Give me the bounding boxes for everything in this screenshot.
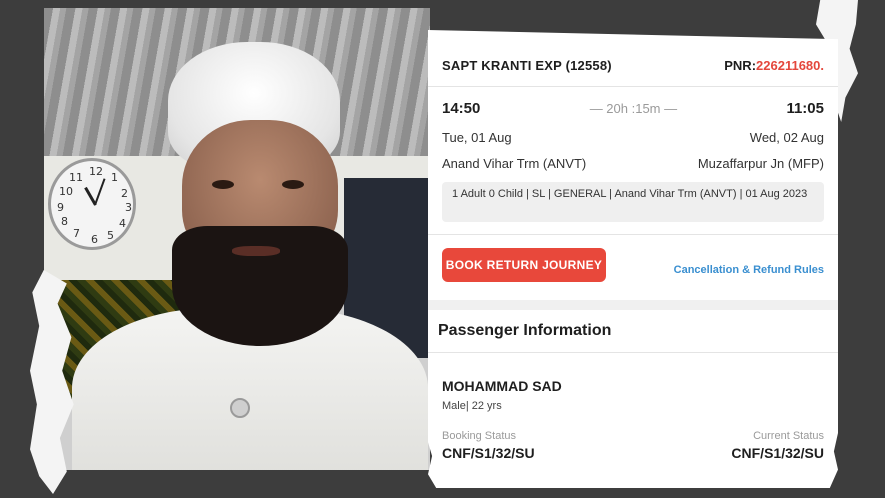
arrival-date: Wed, 02 Aug (749, 130, 824, 145)
clock-numeral: 8 (61, 215, 68, 228)
departure-date: Tue, 01 Aug (442, 130, 512, 145)
to-station: Muzaffarpur Jn (MFP) (697, 156, 824, 171)
portrait-photo: 12 1 2 3 4 5 6 7 8 9 10 11 (44, 8, 430, 470)
departure-time: 14:50 (442, 100, 481, 117)
booking-status-label: Booking Status (442, 430, 516, 442)
current-status-value: CNF/S1/32/SU (731, 445, 824, 461)
kurta-button (230, 398, 250, 418)
journey-stations: Anand Vihar Trm (ANVT) Muzaffarpur Jn (M… (442, 156, 824, 171)
wall-clock: 12 1 2 3 4 5 6 7 8 9 10 11 (48, 158, 136, 250)
left-eye (212, 180, 234, 189)
clock-minute-hand (94, 178, 106, 206)
section-separator (428, 300, 838, 310)
clock-numeral: 1 (111, 171, 118, 184)
pnr-label: PNR: (724, 58, 757, 73)
cancellation-refund-rules-link[interactable]: Cancellation & Refund Rules (674, 264, 824, 276)
clock-numeral: 11 (69, 171, 83, 184)
clock-numeral: 3 (125, 201, 132, 214)
beard (172, 226, 348, 346)
clock-numeral: 2 (121, 187, 128, 200)
book-return-journey-button[interactable]: BOOK RETURN JOURNEY (442, 248, 606, 282)
divider (428, 86, 838, 87)
passenger-info-title: Passenger Information (438, 322, 612, 339)
clock-numeral: 7 (73, 227, 80, 240)
clock-numeral: 5 (107, 229, 114, 242)
train-name: SAPT KRANTI EXP (12558) (442, 58, 612, 73)
journey-dates: Tue, 01 Aug Wed, 02 Aug (442, 130, 824, 145)
clock-numeral: 4 (119, 217, 126, 230)
from-station: Anand Vihar Trm (ANVT) (442, 156, 587, 171)
right-eye (282, 180, 304, 189)
passenger-name: MOHAMMAD SAD (442, 378, 562, 394)
clock-numeral: 10 (59, 185, 73, 198)
clock-numeral: 12 (89, 165, 103, 178)
divider (428, 234, 838, 235)
current-status-label: Current Status (753, 430, 824, 442)
journey-duration: — 20h :15m — (589, 101, 678, 116)
clock-numeral: 6 (91, 233, 98, 246)
pnr-value: 226211680. (756, 58, 824, 73)
divider (428, 352, 838, 353)
train-header: SAPT KRANTI EXP (12558) PNR:226211680. (442, 58, 824, 73)
pnr: PNR:226211680. (724, 58, 824, 73)
ticket-card: SAPT KRANTI EXP (12558) PNR:226211680. 1… (428, 30, 838, 488)
booking-status-value: CNF/S1/32/SU (442, 445, 535, 461)
passenger-details: Male| 22 yrs (442, 400, 502, 412)
clock-numeral: 9 (57, 201, 64, 214)
booking-summary: 1 Adult 0 Child | SL | GENERAL | Anand V… (442, 182, 824, 222)
journey-times: 14:50 — 20h :15m — 11:05 (442, 100, 824, 117)
mouth (232, 246, 280, 256)
arrival-time: 11:05 (786, 100, 824, 117)
